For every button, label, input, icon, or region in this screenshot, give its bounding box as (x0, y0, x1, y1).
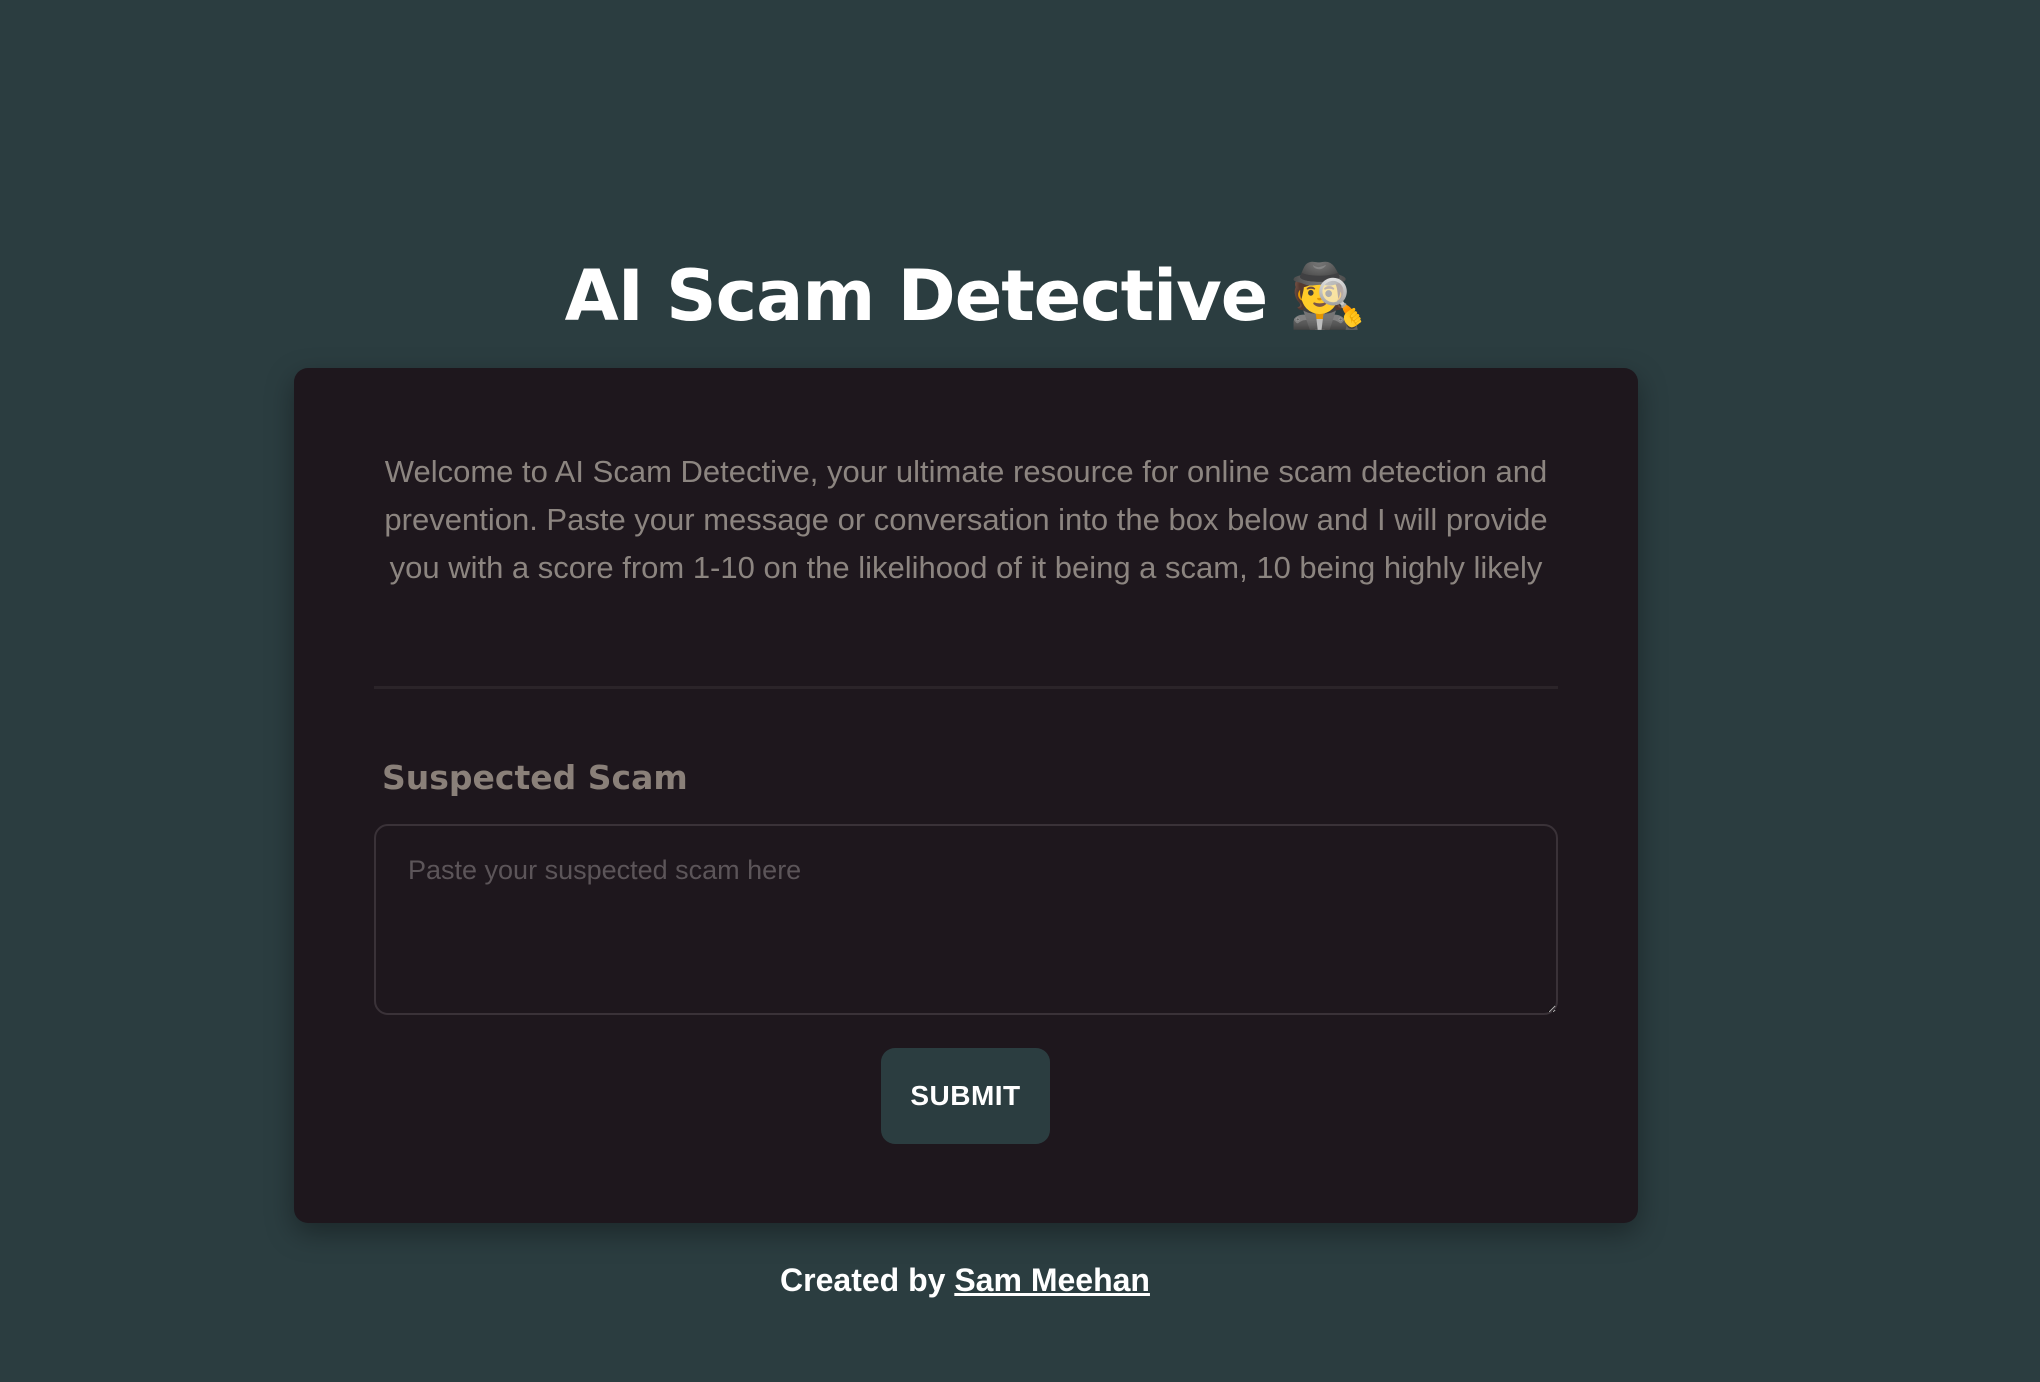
intro-text: Welcome to AI Scam Detective, your ultim… (384, 454, 1548, 585)
divider (374, 686, 1558, 689)
suspected-scam-label: Suspected Scam (382, 758, 688, 797)
footer: Created by Sam Meehan (0, 1258, 1930, 1302)
detective-icon: 🕵️ (1289, 258, 1366, 332)
page-title-text: AI Scam Detective (564, 254, 1269, 337)
page-title: AI Scam Detective 🕵️ (0, 246, 1930, 341)
suspected-scam-input[interactable] (374, 824, 1558, 1015)
submit-button[interactable]: SUBMIT (881, 1048, 1050, 1144)
scam-check-card: Welcome to AI Scam Detective, your ultim… (294, 368, 1638, 1223)
author-link[interactable]: Sam Meehan (954, 1262, 1150, 1298)
footer-prefix: Created by (780, 1262, 946, 1298)
